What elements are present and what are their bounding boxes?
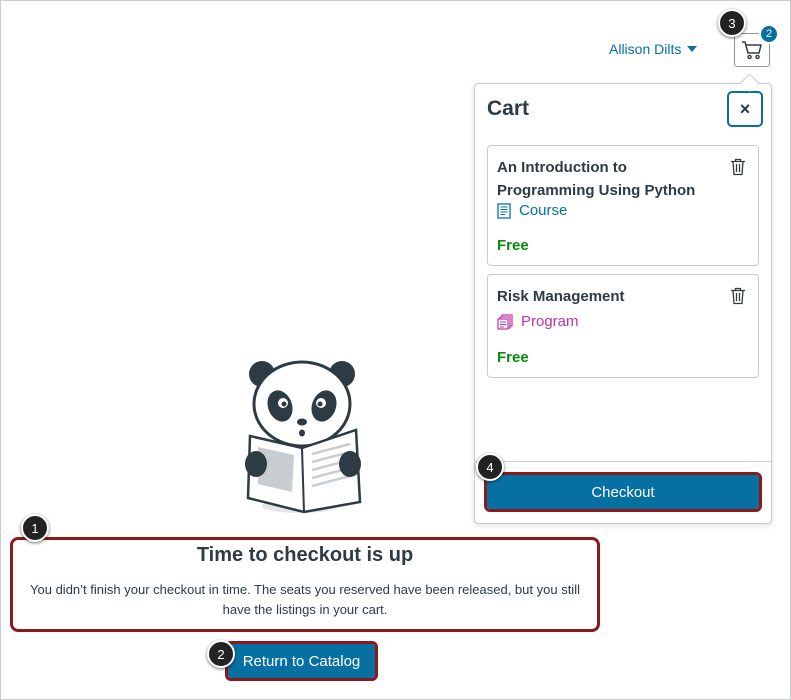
callout-marker-4: 4: [476, 453, 504, 481]
cart-icon: [741, 40, 763, 60]
callout-marker-1: 1: [21, 514, 49, 542]
cart-footer-divider: [475, 461, 771, 462]
trash-icon[interactable]: [730, 158, 746, 181]
program-icon: [497, 313, 513, 330]
cart-item-type: Program: [497, 313, 579, 330]
trash-icon[interactable]: [730, 287, 746, 310]
user-name: Allison Dilts: [609, 41, 682, 57]
cart-item-title[interactable]: An Introduction to Programming Using Pyt…: [497, 156, 722, 202]
caret-down-icon: [687, 46, 698, 52]
cart-panel: Cart × An Introduction to Programming Us…: [474, 83, 772, 524]
callout-marker-2: 2: [207, 640, 235, 668]
checkout-button[interactable]: Checkout: [487, 475, 759, 509]
return-highlight: Return to Catalog: [225, 641, 378, 681]
cart-item-type-label: Program: [521, 313, 579, 330]
cart-item-title[interactable]: Risk Management: [497, 285, 722, 308]
cart-item-type-label: Course: [519, 202, 568, 219]
return-to-catalog-button[interactable]: Return to Catalog: [228, 644, 375, 678]
close-icon: ×: [739, 98, 751, 119]
user-menu[interactable]: Allison Dilts: [609, 41, 698, 57]
course-icon: [497, 202, 511, 219]
timeout-description: You didn’t finish your checkout in time.…: [30, 582, 580, 617]
cart-item-type: Course: [497, 202, 567, 219]
panda-reading-newspaper-illustration: [238, 352, 366, 525]
timeout-message-box: Time to checkout is up You didn’t finish…: [10, 537, 600, 632]
callout-marker-3: 3: [718, 9, 746, 37]
cart-count-badge: 2: [759, 24, 779, 44]
checkout-highlight: Checkout: [484, 472, 762, 512]
close-cart-button[interactable]: ×: [727, 91, 763, 127]
cart-title: Cart: [487, 97, 530, 120]
cart-item: An Introduction to Programming Using Pyt…: [487, 145, 759, 266]
cart-item-price: Free: [497, 237, 529, 254]
timeout-title: Time to checkout is up: [196, 544, 414, 566]
cart-item-price: Free: [497, 349, 529, 366]
cart-item: Risk Management Program Free: [487, 274, 759, 378]
